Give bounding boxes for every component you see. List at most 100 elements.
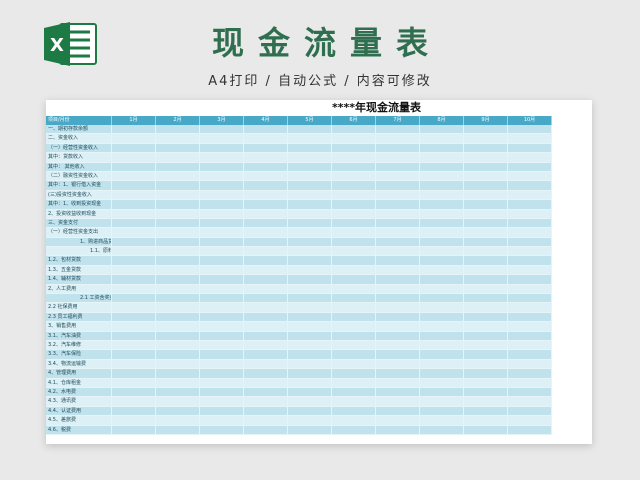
table-cell[interactable] (244, 256, 288, 266)
table-cell[interactable] (288, 171, 332, 182)
row-label[interactable]: （一）经营性资金收入 (46, 143, 112, 154)
table-cell[interactable] (244, 265, 288, 276)
table-cell[interactable] (332, 350, 376, 360)
table-cell[interactable] (376, 378, 420, 388)
table-cell[interactable] (376, 312, 420, 323)
table-cell[interactable] (112, 312, 156, 323)
table-cell[interactable] (376, 340, 420, 351)
table-cell[interactable] (420, 209, 464, 219)
table-cell[interactable] (420, 294, 464, 304)
table-cell[interactable] (464, 200, 508, 210)
table-cell[interactable] (156, 200, 200, 210)
table-cell[interactable] (376, 237, 420, 248)
row-label[interactable]: 1.1、原料货款 (46, 247, 112, 257)
table-cell[interactable] (464, 359, 508, 370)
table-cell[interactable] (508, 369, 552, 379)
table-cell[interactable] (200, 143, 244, 154)
table-cell[interactable] (464, 425, 508, 435)
row-label[interactable]: 2、人工费用 (46, 284, 112, 295)
row-label[interactable]: 3.3、汽车保险 (46, 350, 112, 360)
table-cell[interactable] (288, 256, 332, 266)
table-cell[interactable] (420, 350, 464, 360)
table-cell[interactable] (156, 247, 200, 257)
table-cell[interactable] (420, 397, 464, 407)
table-cell[interactable] (112, 340, 156, 351)
table-cell[interactable] (420, 275, 464, 285)
table-cell[interactable] (376, 359, 420, 370)
table-cell[interactable] (244, 322, 288, 332)
table-cell[interactable] (244, 294, 288, 304)
table-cell[interactable] (508, 134, 552, 144)
table-cell[interactable] (420, 228, 464, 238)
table-cell[interactable] (332, 331, 376, 341)
table-cell[interactable] (332, 153, 376, 163)
table-cell[interactable] (244, 247, 288, 257)
table-cell[interactable] (156, 312, 200, 323)
table-cell[interactable] (420, 200, 464, 210)
table-cell[interactable] (288, 284, 332, 295)
table-cell[interactable] (288, 190, 332, 201)
table-cell[interactable] (464, 397, 508, 407)
table-cell[interactable] (288, 265, 332, 276)
table-cell[interactable] (464, 265, 508, 276)
table-cell[interactable] (420, 181, 464, 191)
table-cell[interactable] (508, 312, 552, 323)
table-cell[interactable] (376, 218, 420, 229)
table-cell[interactable] (420, 256, 464, 266)
table-cell[interactable] (420, 340, 464, 351)
table-cell[interactable] (200, 387, 244, 398)
table-cell[interactable] (200, 171, 244, 182)
table-cell[interactable] (420, 369, 464, 379)
table-cell[interactable] (508, 387, 552, 398)
column-header-month[interactable]: 9月 (464, 116, 508, 125)
table-cell[interactable] (244, 331, 288, 341)
table-cell[interactable] (420, 322, 464, 332)
table-cell[interactable] (112, 397, 156, 407)
table-cell[interactable] (288, 369, 332, 379)
row-label[interactable]: 二、资金收入 (46, 134, 112, 144)
row-label[interactable]: 其中：1、收到投资现金 (46, 200, 112, 210)
table-cell[interactable] (200, 162, 244, 172)
table-cell[interactable] (376, 181, 420, 191)
table-cell[interactable] (332, 265, 376, 276)
table-cell[interactable] (508, 200, 552, 210)
table-cell[interactable] (288, 134, 332, 144)
table-cell[interactable] (420, 284, 464, 295)
table-cell[interactable] (288, 218, 332, 229)
table-cell[interactable] (464, 312, 508, 323)
table-cell[interactable] (112, 275, 156, 285)
table-cell[interactable] (244, 181, 288, 191)
table-cell[interactable] (112, 294, 156, 304)
table-cell[interactable] (156, 181, 200, 191)
row-label[interactable]: 4.6、税费 (46, 425, 112, 435)
row-label[interactable]: 一、期初存款余额 (46, 125, 112, 135)
row-label[interactable]: 1、购进商品货款支付 (46, 237, 112, 248)
table-cell[interactable] (420, 218, 464, 229)
table-cell[interactable] (244, 284, 288, 295)
table-cell[interactable] (288, 322, 332, 332)
table-cell[interactable] (332, 162, 376, 172)
table-cell[interactable] (464, 350, 508, 360)
table-cell[interactable] (156, 237, 200, 248)
table-cell[interactable] (508, 425, 552, 435)
table-cell[interactable] (112, 209, 156, 219)
table-cell[interactable] (200, 256, 244, 266)
table-cell[interactable] (288, 416, 332, 426)
table-cell[interactable] (376, 209, 420, 219)
table-cell[interactable] (376, 425, 420, 435)
table-cell[interactable] (156, 143, 200, 154)
table-cell[interactable] (200, 340, 244, 351)
table-cell[interactable] (156, 387, 200, 398)
table-cell[interactable] (156, 218, 200, 229)
table-cell[interactable] (156, 397, 200, 407)
table-cell[interactable] (244, 303, 288, 313)
table-cell[interactable] (112, 228, 156, 238)
table-cell[interactable] (200, 228, 244, 238)
table-cell[interactable] (156, 209, 200, 219)
table-cell[interactable] (244, 369, 288, 379)
table-cell[interactable] (464, 181, 508, 191)
table-cell[interactable] (288, 340, 332, 351)
table-cell[interactable] (288, 406, 332, 417)
table-cell[interactable] (288, 247, 332, 257)
table-cell[interactable] (420, 406, 464, 417)
